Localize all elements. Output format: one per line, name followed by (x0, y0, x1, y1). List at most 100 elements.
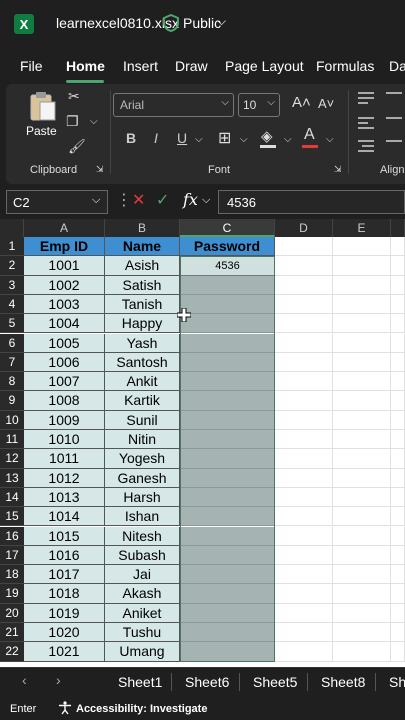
cell-emp-id[interactable]: 1019 (24, 603, 105, 623)
empty-cell[interactable] (275, 352, 333, 373)
empty-cell[interactable] (391, 410, 405, 430)
row-header[interactable]: 16 (0, 526, 24, 546)
cell-password[interactable] (180, 333, 275, 353)
empty-cell[interactable] (275, 256, 333, 276)
empty-cell[interactable] (391, 275, 405, 295)
empty-cell[interactable] (275, 237, 333, 257)
tab-draw[interactable]: Draw (175, 58, 208, 74)
empty-cell[interactable] (391, 352, 405, 373)
cell-password[interactable] (180, 391, 275, 411)
cell-name[interactable]: Akash (105, 584, 180, 604)
cell-name[interactable]: Yash (105, 333, 180, 353)
cell-emp-id[interactable]: 1015 (24, 526, 105, 546)
cell-emp-id[interactable]: 1006 (24, 352, 105, 373)
empty-cell[interactable] (333, 237, 391, 257)
empty-cell[interactable] (333, 642, 391, 662)
cell-emp-id[interactable]: 1007 (24, 372, 105, 392)
empty-cell[interactable] (275, 487, 333, 508)
row-header[interactable]: 15 (0, 507, 24, 527)
empty-cell[interactable] (275, 603, 333, 623)
cell-name[interactable]: Asish (105, 256, 180, 276)
cell-name[interactable]: Aniket (105, 603, 180, 623)
empty-cell[interactable] (333, 333, 391, 353)
cell-password[interactable] (180, 314, 275, 334)
empty-cell[interactable] (333, 526, 391, 546)
row-header[interactable]: 11 (0, 430, 24, 450)
increase-font-icon[interactable]: A˄ (292, 94, 311, 111)
chevron-down-icon[interactable]: ⌵ (90, 116, 98, 127)
cut-icon[interactable]: ✂ (68, 88, 80, 105)
empty-cell[interactable] (333, 410, 391, 430)
font-name-select[interactable]: Arial ⌵ (113, 93, 234, 117)
more-options-icon[interactable]: ⋮ (116, 190, 132, 210)
cell-name[interactable]: Ganesh (105, 468, 180, 488)
empty-cell[interactable] (275, 391, 333, 411)
cell-name[interactable]: Subash (105, 545, 180, 566)
empty-cell[interactable] (333, 372, 391, 392)
cell-password[interactable] (180, 275, 275, 295)
decrease-font-icon[interactable]: A˅ (318, 96, 334, 111)
cell-emp-id[interactable]: 1021 (24, 642, 105, 662)
empty-cell[interactable] (391, 487, 405, 508)
empty-cell[interactable] (333, 603, 391, 623)
header-cell-c[interactable]: Password (180, 237, 275, 257)
empty-cell[interactable] (333, 487, 391, 508)
empty-cell[interactable] (333, 430, 391, 450)
cell-emp-id[interactable]: 1009 (24, 410, 105, 430)
cell-emp-id[interactable]: 1010 (24, 430, 105, 450)
previous-sheet-icon[interactable]: ‹ (22, 672, 27, 688)
sheet-tab-sheet6[interactable]: Sheet6 (185, 674, 229, 690)
next-sheet-icon[interactable]: › (56, 672, 61, 688)
format-painter-icon[interactable]: 🖌 (68, 138, 86, 155)
cell-password[interactable] (180, 410, 275, 430)
sheet-tab-partial[interactable]: Sh (389, 674, 405, 690)
cell-name[interactable]: Yogesh (105, 449, 180, 469)
empty-cell[interactable] (333, 565, 391, 585)
row-header[interactable]: 14 (0, 487, 24, 508)
empty-cell[interactable] (275, 410, 333, 430)
column-header-b[interactable]: B (105, 219, 180, 237)
empty-cell[interactable] (275, 468, 333, 488)
empty-cell[interactable] (391, 372, 405, 392)
accessibility-icon[interactable] (58, 701, 72, 715)
empty-cell[interactable] (275, 623, 333, 643)
empty-cell[interactable] (333, 391, 391, 411)
empty-cell[interactable] (333, 352, 391, 373)
empty-cell[interactable] (391, 449, 405, 469)
empty-cell[interactable] (391, 507, 405, 527)
cell-password[interactable] (180, 545, 275, 566)
dialog-launcher-icon[interactable]: ⇲ (96, 164, 104, 175)
sheet-tab-sheet8[interactable]: Sheet8 (321, 674, 365, 690)
empty-cell[interactable] (275, 333, 333, 353)
empty-cell[interactable] (333, 256, 391, 276)
empty-cell[interactable] (391, 237, 405, 257)
row-header[interactable]: 21 (0, 623, 24, 643)
row-header[interactable]: 8 (0, 372, 24, 392)
cell-emp-id[interactable]: 1003 (24, 294, 105, 315)
cell-name[interactable]: Nitesh (105, 526, 180, 546)
formula-input[interactable]: 4536 (218, 190, 405, 214)
empty-cell[interactable] (275, 430, 333, 450)
cell-emp-id[interactable]: 1001 (24, 256, 105, 276)
cell-emp-id[interactable]: 1014 (24, 507, 105, 527)
tab-formulas[interactable]: Formulas (316, 58, 374, 74)
empty-cell[interactable] (391, 526, 405, 546)
insert-function-button[interactable]: fx (183, 190, 198, 209)
cell-password[interactable] (180, 526, 275, 546)
column-header-a[interactable]: A (24, 219, 105, 237)
cell-emp-id[interactable]: 1012 (24, 468, 105, 488)
paste-icon[interactable] (28, 90, 58, 122)
sheet-tab-sheet5[interactable]: Sheet5 (253, 674, 297, 690)
row-header[interactable]: 18 (0, 565, 24, 585)
tab-data[interactable]: Da (389, 58, 405, 74)
italic-button[interactable]: I (154, 130, 158, 146)
cell-emp-id[interactable]: 1013 (24, 487, 105, 508)
cell-password[interactable] (180, 468, 275, 488)
active-cell-c2[interactable]: 4536 (180, 256, 275, 276)
cell-emp-id[interactable]: 1008 (24, 391, 105, 411)
cell-emp-id[interactable]: 1018 (24, 584, 105, 604)
cell-password[interactable] (180, 487, 275, 508)
cell-name[interactable]: Satish (105, 275, 180, 295)
empty-cell[interactable] (333, 545, 391, 566)
empty-cell[interactable] (333, 275, 391, 295)
